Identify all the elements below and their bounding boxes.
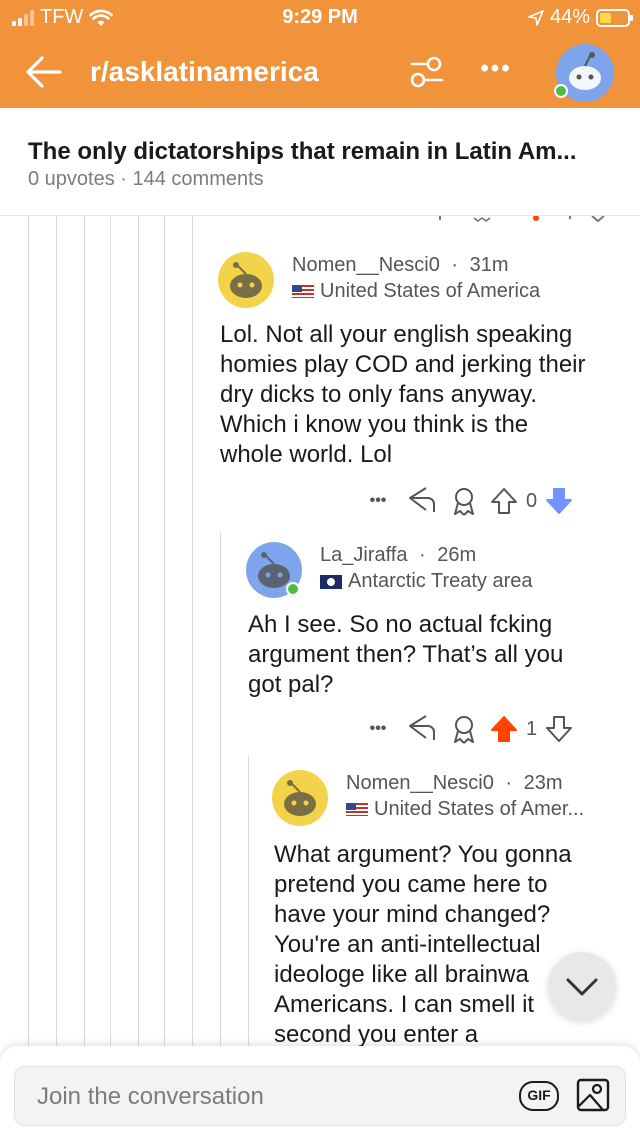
scroll-down-button[interactable] (548, 952, 616, 1020)
more-options-button[interactable]: ••• (358, 486, 398, 516)
more-options-button[interactable]: ••• (358, 714, 398, 744)
separator-dot: · (451, 254, 459, 276)
antarctica-flag-icon (320, 574, 342, 589)
nav-bar: r/asklatinamerica ••• (0, 40, 640, 104)
vote-score: 0 (526, 489, 538, 512)
vote-score: 1 (526, 717, 538, 740)
subreddit-name[interactable]: r/asklatinamerica (90, 56, 319, 88)
avatar[interactable] (218, 252, 274, 308)
chevron-down-icon (566, 978, 598, 996)
thread-line[interactable] (28, 216, 29, 1046)
thread-line[interactable] (110, 216, 111, 1046)
more-options-button[interactable]: ••• (474, 54, 518, 90)
author-name[interactable]: Nomen__Nesci0 (346, 772, 494, 794)
comment[interactable]: La_Jiraffa · 26m Antarctic Treaty area A… (246, 536, 638, 766)
battery-status: 44% (528, 6, 633, 29)
partial-action-row (439, 216, 605, 223)
comment-author-line[interactable]: La_Jiraffa · 26m (320, 544, 476, 567)
user-avatar[interactable] (554, 44, 614, 102)
comment-body: Lol. Not all your english speaking homie… (220, 321, 586, 468)
award-icon[interactable] (442, 486, 486, 516)
downvote-icon[interactable] (541, 486, 577, 516)
gif-button[interactable]: GIF (519, 1081, 559, 1111)
compose-bar: Join the conversation GIF (0, 1046, 640, 1138)
image-upload-icon[interactable] (575, 1077, 611, 1113)
post-meta: 0 upvotes · 144 comments (28, 168, 264, 190)
comment-author-line[interactable]: Nomen__Nesci0 · 23m (346, 772, 563, 795)
author-name[interactable]: Nomen__Nesci0 (292, 254, 440, 276)
author-name[interactable]: La_Jiraffa (320, 544, 407, 566)
flair-text: United States of Amer... (374, 798, 585, 820)
award-icon[interactable] (442, 714, 486, 744)
status-bar: TFW 9:29 PM 44% (0, 0, 640, 36)
comment-input[interactable]: Join the conversation GIF (14, 1066, 626, 1126)
comment-author-line[interactable]: Nomen__Nesci0 · 31m (292, 254, 509, 277)
comment-input-placeholder: Join the conversation (37, 1083, 264, 1110)
thread-line[interactable] (138, 216, 139, 1046)
us-flag-icon (292, 285, 314, 298)
user-flair: United States of Amer... (346, 798, 584, 821)
comment[interactable]: Nomen__Nesci0 · 31m United States of Ame… (218, 246, 638, 536)
thread-line[interactable] (84, 216, 85, 1046)
comment-age: 26m (437, 544, 477, 566)
comment-actions: ••• 1 (358, 714, 577, 744)
user-flair: United States of America (292, 280, 540, 303)
comment-body: Ah I see. So no actual fcking argument t… (248, 611, 564, 698)
thread-line[interactable] (56, 216, 57, 1046)
separator-dot: · (505, 772, 513, 794)
battery-percent: 44% (549, 6, 590, 28)
thread-line[interactable] (192, 216, 193, 1046)
online-indicator (286, 582, 300, 596)
post-header[interactable]: The only dictatorships that remain in La… (0, 108, 640, 216)
post-title[interactable]: The only dictatorships that remain in La… (28, 138, 577, 166)
flair-text: United States of America (320, 280, 541, 302)
flair-text: Antarctic Treaty area (348, 570, 533, 592)
thread-line[interactable] (248, 756, 249, 1046)
reply-icon[interactable] (398, 714, 442, 744)
snoo-avatar-icon (230, 262, 262, 298)
comment-actions: ••• 0 (358, 486, 577, 516)
battery-icon (596, 8, 633, 27)
location-arrow-icon (528, 9, 544, 26)
us-flag-icon (346, 803, 368, 816)
comment-age: 31m (469, 254, 509, 276)
upvote-icon[interactable] (486, 714, 522, 744)
online-indicator (554, 84, 568, 98)
sort-filter-icon[interactable] (404, 52, 448, 92)
avatar[interactable] (246, 542, 302, 598)
thread-line[interactable] (220, 532, 221, 1046)
thread-line[interactable] (164, 216, 165, 1046)
back-arrow-icon[interactable] (22, 52, 66, 92)
user-flair: Antarctic Treaty area (320, 570, 533, 593)
separator-dot: · (419, 544, 426, 566)
downvote-icon[interactable] (541, 714, 577, 744)
upvote-icon[interactable] (486, 486, 522, 516)
snoo-avatar-icon (284, 780, 316, 816)
avatar[interactable] (272, 770, 328, 826)
comment-thread[interactable]: Nomen__Nesci0 · 31m United States of Ame… (0, 216, 640, 1046)
comment-age: 23m (523, 772, 563, 794)
reply-icon[interactable] (398, 486, 442, 516)
app-header: TFW 9:29 PM 44% r/asklatinamerica ••• (0, 0, 640, 108)
